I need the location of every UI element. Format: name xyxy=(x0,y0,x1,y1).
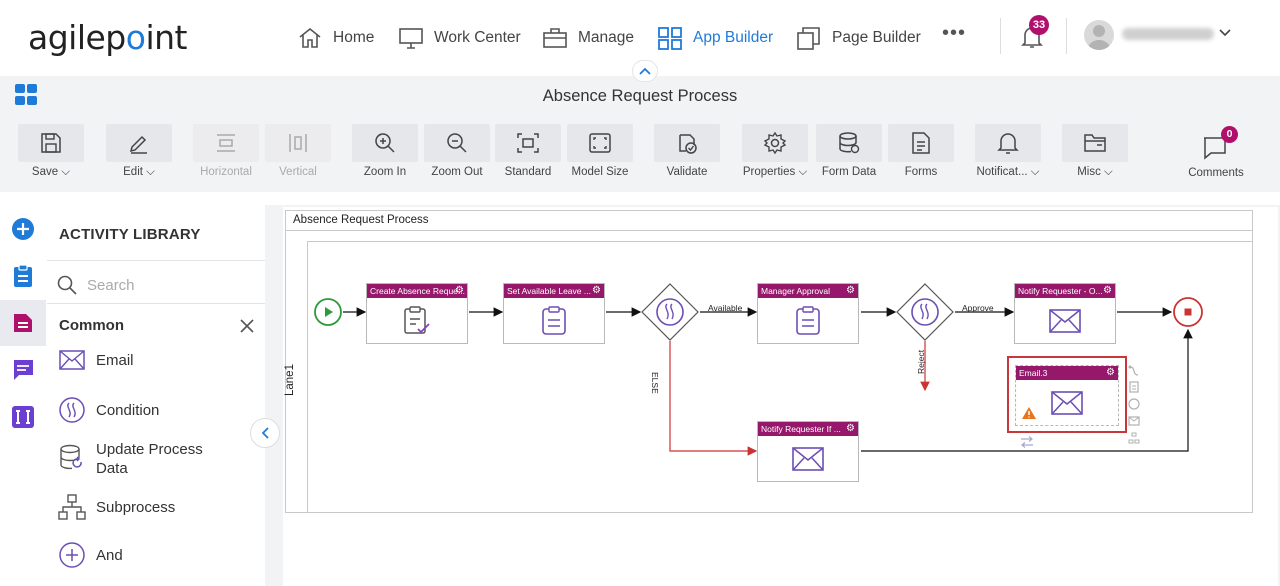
gear-icon[interactable]: ⚙ xyxy=(1106,367,1115,378)
end-event[interactable] xyxy=(1172,296,1204,328)
start-event[interactable] xyxy=(313,297,343,327)
email-icon xyxy=(792,446,824,471)
chevron-left-icon xyxy=(261,427,269,439)
node-title: Notify Requester - O... xyxy=(1018,286,1103,296)
collapse-header-button[interactable] xyxy=(632,60,658,82)
node-notify-requester[interactable]: Notify Requester - O... ⚙ xyxy=(1014,283,1116,344)
warning-icon[interactable] xyxy=(1021,406,1037,420)
node-notify-requester-if[interactable]: Notify Requester If ... ⚙ xyxy=(757,421,859,482)
form-task-icon xyxy=(404,305,430,334)
clipboard-icon xyxy=(796,305,820,335)
condition-gateway-1[interactable] xyxy=(640,282,700,342)
node-title: Create Absence Reque... xyxy=(370,286,465,296)
document-icon[interactable] xyxy=(1128,381,1140,393)
node-title: Email.3 xyxy=(1019,368,1048,378)
gear-icon[interactable]: ⚙ xyxy=(1103,285,1112,296)
swap-icon[interactable] xyxy=(1020,436,1034,448)
email-icon xyxy=(1051,390,1083,415)
flow-else xyxy=(669,341,758,456)
flow-label-reject: Reject xyxy=(916,349,926,374)
gear-icon[interactable]: ⚙ xyxy=(455,285,464,296)
chevron-up-icon xyxy=(639,67,651,75)
flow-label-available: Available xyxy=(708,303,743,313)
email-icon[interactable] xyxy=(1128,415,1140,427)
email-icon xyxy=(1049,308,1081,333)
node-title: Set Available Leave ... xyxy=(507,286,591,296)
condition-gateway-2[interactable] xyxy=(895,282,955,342)
node-set-available-leave[interactable]: Set Available Leave ... ⚙ xyxy=(503,283,605,344)
collapse-library-button[interactable] xyxy=(250,418,280,448)
clipboard-icon xyxy=(542,305,566,335)
gear-icon[interactable]: ⚙ xyxy=(592,285,601,296)
flow-label-else: ELSE xyxy=(650,372,660,394)
node-title: Notify Requester If ... xyxy=(761,424,841,434)
node-create-absence-request[interactable]: Create Absence Reque... ⚙ xyxy=(366,283,468,344)
connect-icon[interactable] xyxy=(1128,365,1140,377)
node-manager-approval[interactable]: Manager Approval ⚙ xyxy=(757,283,859,344)
node-title: Manager Approval xyxy=(761,286,830,296)
subprocess-icon[interactable] xyxy=(1128,432,1140,444)
gear-icon[interactable]: ⚙ xyxy=(846,285,855,296)
gear-icon[interactable]: ⚙ xyxy=(846,423,855,434)
condition-icon[interactable] xyxy=(1128,398,1140,410)
flow-label-approve: Approve xyxy=(962,303,994,313)
